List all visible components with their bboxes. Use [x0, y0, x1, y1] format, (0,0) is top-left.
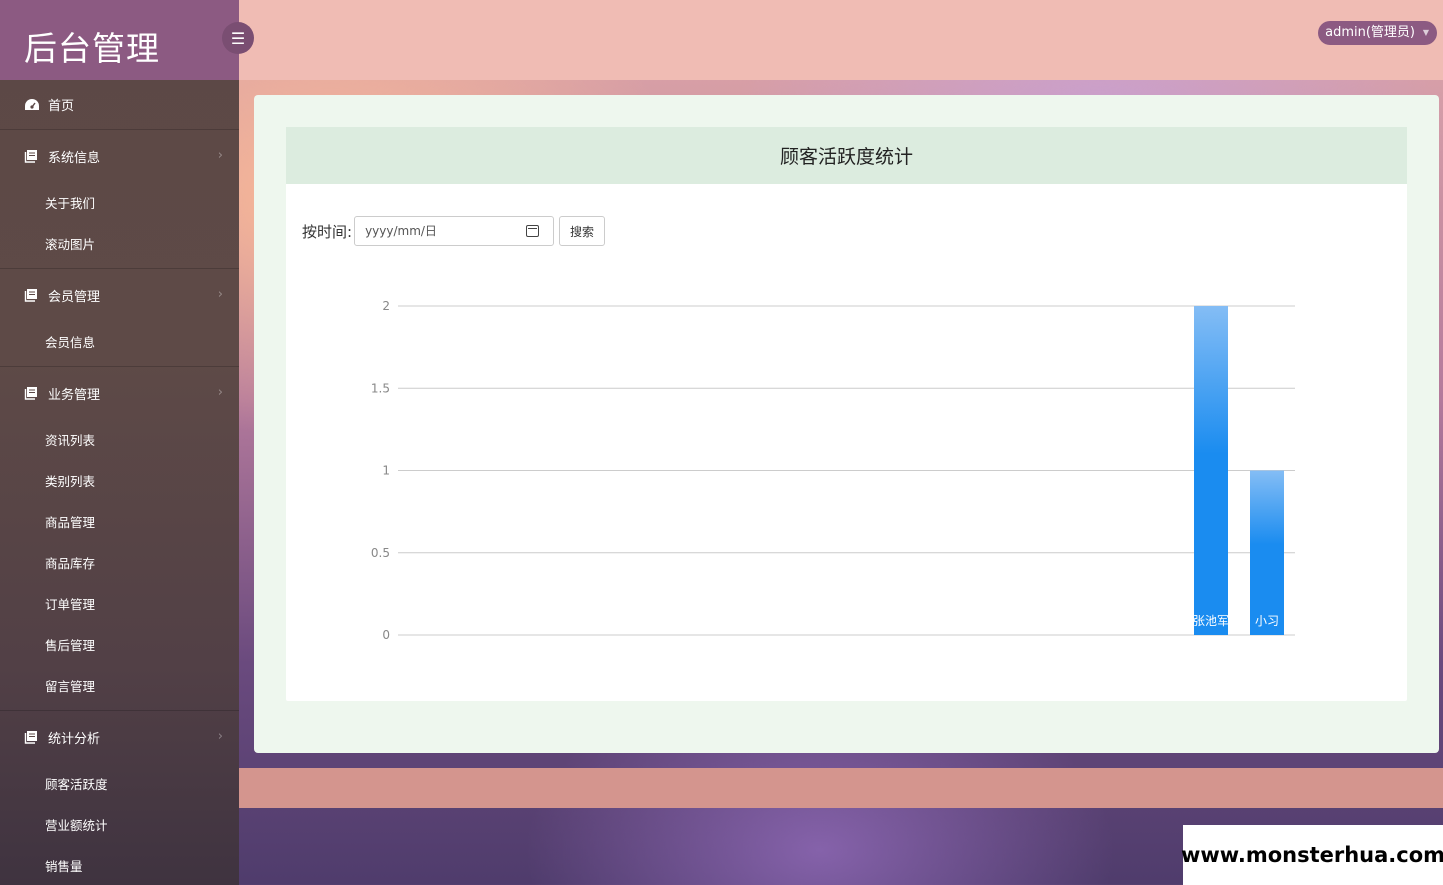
brand: 后台管理	[0, 0, 239, 80]
sidebar-group: 统计分析 › 顾客活跃度 营业额统计 销售量	[0, 711, 239, 885]
sidebar-group-label: 会员管理	[48, 289, 101, 305]
sidebar-item-home[interactable]: 首页	[0, 80, 239, 130]
sidebar-subitem[interactable]: 商品管理	[0, 501, 239, 542]
sidebar-subitem[interactable]: 资讯列表	[0, 419, 239, 460]
content-panel: 顾客活跃度统计 按时间: yyyy/mm/日 搜索 0 0.5 1 1.5 2 张池军 小习	[254, 95, 1439, 753]
sidebar-subitem[interactable]: 顾客活跃度	[0, 763, 239, 804]
stats-card: 顾客活跃度统计 按时间: yyyy/mm/日 搜索 0 0.5 1 1.5 2 张池军 小习	[286, 127, 1407, 701]
menu-toggle-icon[interactable]: ☰	[222, 22, 254, 54]
bar[interactable]	[1250, 470, 1284, 636]
filter-label: 按时间:	[302, 222, 353, 241]
sidebar-subitem[interactable]: 售后管理	[0, 624, 239, 665]
activity-bar-chart: 0 0.5 1 1.5 2 张池军 小习	[371, 299, 1295, 642]
bar[interactable]	[1194, 306, 1228, 635]
sidebar-group: 会员管理 › 会员信息	[0, 269, 239, 367]
book-icon	[24, 289, 37, 302]
user-menu[interactable]: admin(管理员) ▼	[1318, 21, 1437, 45]
sidebar-group: 业务管理 › 资讯列表 类别列表 商品管理 商品库存 订单管理 售后管理 留言管理	[0, 367, 239, 711]
sidebar-group-label: 业务管理	[48, 387, 101, 403]
bar-label: 小习	[1255, 614, 1279, 628]
y-tick-label: 1	[382, 464, 390, 478]
search-button[interactable]: 搜索	[559, 216, 606, 246]
sidebar-group-header[interactable]: 系统信息 ›	[0, 130, 239, 182]
sidebar-subitem[interactable]: 滚动图片	[0, 223, 239, 264]
app-title: 后台管理	[24, 29, 160, 68]
date-placeholder: yyyy/mm/日	[365, 224, 437, 238]
sidebar-subitem[interactable]: 留言管理	[0, 665, 239, 706]
chevron-right-icon: ›	[217, 729, 223, 744]
sidebar-subitem[interactable]: 会员信息	[0, 321, 239, 362]
user-name: admin(管理员)	[1325, 25, 1415, 40]
bar-label: 张池军	[1193, 614, 1229, 628]
top-header: admin(管理员) ▼	[239, 0, 1443, 80]
y-tick-label: 0.5	[371, 546, 390, 560]
sidebar-item-label: 首页	[48, 99, 75, 114]
sidebar-subitem[interactable]: 订单管理	[0, 583, 239, 624]
sidebar-group-label: 统计分析	[48, 731, 101, 747]
chevron-right-icon: ›	[217, 287, 223, 302]
calendar-icon[interactable]	[526, 225, 540, 237]
watermark: www.monsterhua.com	[1181, 825, 1443, 885]
dashboard-icon	[25, 98, 39, 110]
sidebar-subitem[interactable]: 销售量	[0, 845, 239, 885]
sidebar-subitem[interactable]: 营业额统计	[0, 804, 239, 845]
book-icon	[24, 387, 37, 400]
filter-bar: 按时间: yyyy/mm/日 搜索	[302, 216, 606, 246]
footer-band	[239, 768, 1443, 808]
sidebar-group-header[interactable]: 统计分析 ›	[0, 711, 239, 763]
chevron-right-icon: ›	[217, 385, 223, 400]
date-input[interactable]: yyyy/mm/日	[354, 216, 555, 246]
caret-down-icon: ▼	[1422, 28, 1429, 37]
sidebar-subitem[interactable]: 关于我们	[0, 182, 239, 223]
y-tick-label: 1.5	[371, 381, 390, 395]
chevron-right-icon: ›	[217, 148, 223, 163]
y-tick-label: 2	[382, 299, 390, 313]
sidebar-group-header[interactable]: 业务管理 ›	[0, 367, 239, 419]
book-icon	[24, 150, 37, 163]
card-title: 顾客活跃度统计	[286, 127, 1407, 184]
sidebar-subitem[interactable]: 类别列表	[0, 460, 239, 501]
sidebar-group-header[interactable]: 会员管理 ›	[0, 269, 239, 321]
sidebar-subitem[interactable]: 商品库存	[0, 542, 239, 583]
sidebar-group-label: 系统信息	[48, 150, 101, 166]
book-icon	[24, 731, 37, 744]
sidebar: 后台管理 首页 系统信息 › 关于我们 滚动图片会员管理 › 会员信息业务管理 › 资讯列表类…	[0, 0, 239, 885]
chart-area: 0 0.5 1 1.5 2 张池军 小习	[286, 277, 1407, 677]
y-tick-label: 0	[382, 628, 390, 642]
sidebar-group: 系统信息 › 关于我们 滚动图片	[0, 130, 239, 269]
